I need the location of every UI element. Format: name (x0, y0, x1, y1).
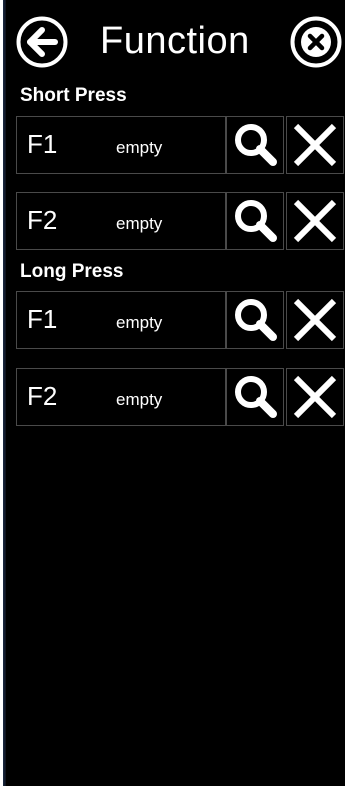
clear-button[interactable] (286, 368, 344, 426)
function-row-long-f1: F1 empty (16, 291, 345, 349)
section-label-short-press: Short Press (20, 85, 127, 106)
clear-button[interactable] (286, 192, 344, 250)
page-title: Function (100, 20, 250, 62)
section-label-long-press: Long Press (20, 261, 124, 282)
close-icon (293, 123, 337, 167)
function-key-label: F1 (27, 304, 58, 334)
close-icon (293, 199, 337, 243)
function-key-label: F2 (27, 381, 58, 411)
search-icon (235, 376, 277, 418)
function-row-short-f1: F1 empty (16, 116, 345, 174)
arrow-left-circle-icon (16, 16, 68, 68)
clear-button[interactable] (286, 291, 344, 349)
function-field[interactable]: F1 empty (16, 116, 226, 174)
function-panel: Function Short Press F1 empty F2 empty L… (6, 0, 345, 786)
back-button[interactable] (15, 15, 69, 69)
search-button[interactable] (226, 368, 284, 426)
search-button[interactable] (226, 192, 284, 250)
function-value: empty (116, 214, 163, 233)
function-value: empty (116, 138, 163, 157)
function-key-label: F1 (27, 129, 58, 159)
search-icon (235, 299, 277, 341)
function-row-short-f2: F2 empty (16, 192, 345, 250)
close-circle-icon (290, 16, 342, 68)
function-key-label: F2 (27, 205, 58, 235)
function-row-long-f2: F2 empty (16, 368, 345, 426)
search-icon (235, 124, 277, 166)
function-field[interactable]: F2 empty (16, 368, 226, 426)
search-icon (235, 200, 277, 242)
clear-button[interactable] (286, 116, 344, 174)
search-button[interactable] (226, 291, 284, 349)
close-icon (293, 298, 337, 342)
function-value: empty (116, 390, 163, 409)
function-field[interactable]: F1 empty (16, 291, 226, 349)
function-value: empty (116, 313, 163, 332)
close-button[interactable] (289, 15, 343, 69)
function-field[interactable]: F2 empty (16, 192, 226, 250)
close-icon (293, 375, 337, 419)
search-button[interactable] (226, 116, 284, 174)
header: Function (6, 0, 345, 82)
